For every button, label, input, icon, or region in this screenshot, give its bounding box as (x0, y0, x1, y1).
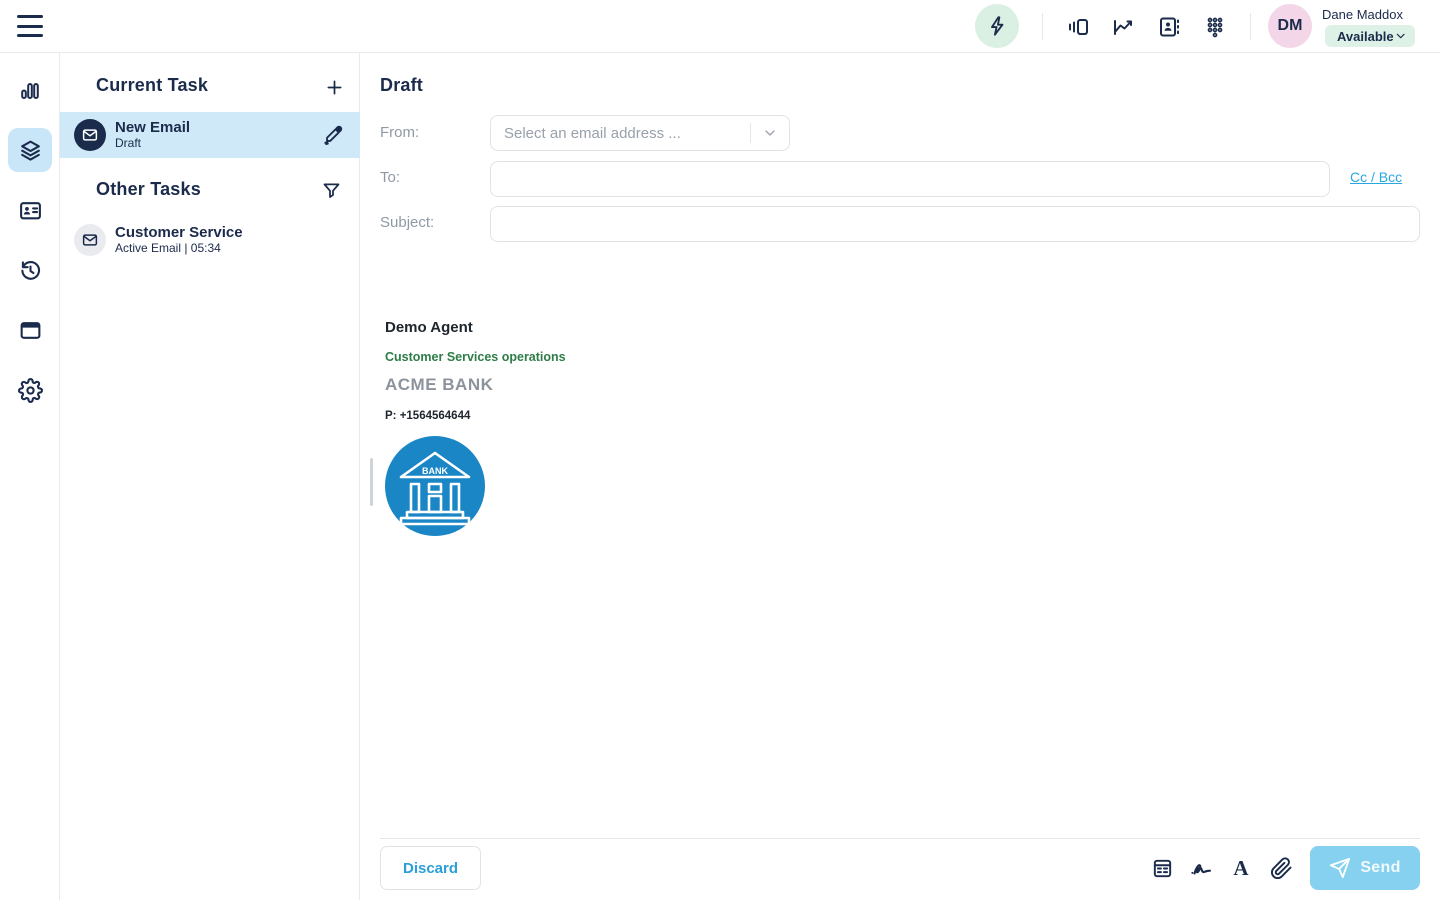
signature-company: ACME BANK (385, 375, 493, 395)
attach-file-button[interactable] (1266, 853, 1296, 883)
from-label: From: (380, 124, 419, 141)
task-item-new-email[interactable]: New Email Draft (60, 112, 360, 158)
subject-label: Subject: (380, 214, 434, 231)
topbar-divider (1250, 13, 1251, 40)
chevron-down-icon (1394, 29, 1407, 43)
from-placeholder: Select an email address ... (491, 125, 750, 142)
gear-icon (18, 378, 43, 403)
task-item-customer-service[interactable]: Customer Service Active Email | 05:34 (60, 216, 360, 264)
window-icon (18, 318, 43, 343)
paper-plane-icon (1329, 857, 1351, 879)
cc-bcc-link[interactable]: Cc / Bcc (1350, 169, 1402, 185)
current-task-header: Current Task (96, 75, 208, 96)
trend-chart-icon (1111, 15, 1135, 39)
footer-divider (380, 838, 1420, 839)
contact-card-icon (18, 198, 43, 223)
email-body-editor[interactable]: Demo Agent Customer Services operations … (374, 251, 1426, 837)
history-icon (18, 258, 43, 283)
font-icon: A (1233, 858, 1248, 879)
envelope-icon (74, 119, 106, 151)
nav-item-history[interactable] (8, 248, 52, 292)
nav-item-browser[interactable] (8, 308, 52, 352)
queue-panels-icon (1066, 15, 1090, 39)
scrollbar-thumb[interactable] (370, 458, 373, 506)
nav-rail (0, 53, 60, 900)
signature-role: Customer Services operations (385, 350, 566, 364)
signature-button[interactable] (1186, 853, 1216, 883)
plus-icon (324, 77, 345, 98)
chevron-down-icon (751, 125, 789, 141)
template-button[interactable] (1147, 853, 1177, 883)
dialpad-icon (1203, 15, 1227, 39)
status-dropdown[interactable]: Available (1325, 25, 1415, 47)
font-format-button[interactable]: A (1226, 853, 1256, 883)
discard-button[interactable]: Discard (380, 846, 481, 890)
bank-logo-label: BANK (422, 466, 448, 476)
lightning-icon (986, 15, 1008, 37)
nav-item-tasks[interactable] (8, 128, 52, 172)
task-subtitle: Draft (115, 136, 318, 151)
send-label: Send (1360, 859, 1400, 877)
add-task-button[interactable] (321, 74, 347, 100)
other-tasks-header: Other Tasks (96, 179, 201, 200)
directory-button[interactable] (1156, 14, 1182, 40)
compose-area: Draft From: Select an email address ... … (360, 53, 1440, 900)
layers-icon (18, 138, 43, 163)
user-name: Dane Maddox (1322, 7, 1403, 22)
address-book-icon (1157, 15, 1181, 39)
template-icon (1151, 857, 1174, 880)
nav-item-analytics[interactable] (8, 68, 52, 112)
compose-pen-icon[interactable] (318, 120, 348, 150)
bar-chart-icon (18, 78, 42, 102)
task-title: Customer Service (115, 224, 360, 241)
avatar[interactable]: DM (1268, 4, 1312, 48)
paperclip-icon (1270, 857, 1293, 880)
app-root: DM Dane Maddox Available (0, 0, 1440, 900)
to-input[interactable] (490, 161, 1330, 197)
signature-icon (1188, 855, 1214, 881)
from-select[interactable]: Select an email address ... (490, 115, 790, 151)
task-title: New Email (115, 119, 318, 136)
filter-tasks-button[interactable] (318, 177, 344, 203)
envelope-icon (74, 224, 106, 256)
nav-item-settings[interactable] (8, 368, 52, 412)
status-label: Available (1337, 29, 1394, 44)
nav-item-contacts[interactable] (8, 188, 52, 232)
quick-launch-button[interactable] (975, 4, 1019, 48)
send-button[interactable]: Send (1310, 846, 1420, 890)
task-panel: Current Task New Email Draft (60, 53, 360, 900)
task-subtitle: Active Email | 05:34 (115, 241, 360, 256)
top-bar: DM Dane Maddox Available (0, 0, 1440, 53)
filter-icon (321, 180, 342, 201)
hamburger-menu-icon[interactable] (17, 15, 43, 37)
topbar-divider (1042, 13, 1043, 40)
task-queue-button[interactable] (1065, 14, 1091, 40)
bank-logo: BANK (385, 436, 485, 536)
analytics-button[interactable] (1110, 14, 1136, 40)
signature-phone: P: +1564564644 (385, 410, 470, 422)
subject-input[interactable] (490, 206, 1420, 242)
page-title: Draft (380, 75, 423, 96)
dialpad-button[interactable] (1202, 14, 1228, 40)
signature-name: Demo Agent (385, 319, 473, 336)
to-label: To: (380, 169, 400, 186)
